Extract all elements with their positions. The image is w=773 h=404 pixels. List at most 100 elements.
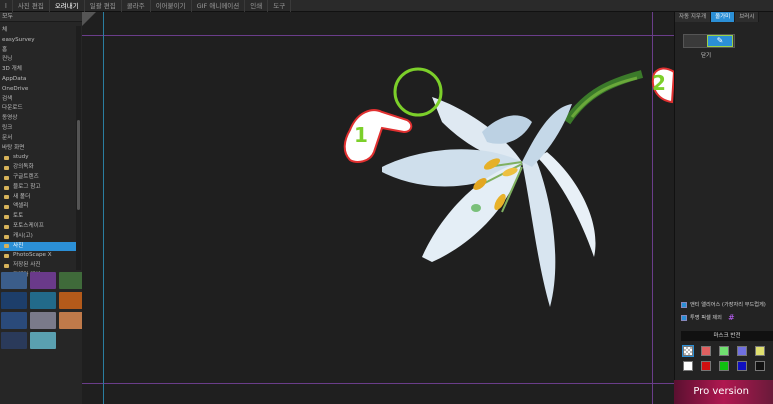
menu-tab[interactable]: 콜라주 [122,0,151,12]
folder-icon [4,166,9,171]
anti-alias-checkbox[interactable] [681,301,687,308]
tree-item[interactable]: 액셀리 [0,202,76,212]
pro-version-banner[interactable]: Pro version [674,380,773,404]
tree-item-label: 새 폴더 [13,193,31,200]
folder-tree-header: 모두 [0,12,82,22]
tree-item[interactable]: PhotoScape X [0,251,76,261]
annotation-1: 1 [354,123,368,147]
tree-item-label: 캐시(고) [13,232,33,239]
tree-item[interactable]: 캐시(고) [0,232,76,242]
tree-item-label: 포토스케이프 [13,222,44,229]
tree-item-label: 링크 [2,124,13,131]
transparent-pixel-option[interactable]: 투명 픽셀 제외 # [681,313,735,322]
scrollbar-thumb[interactable] [77,120,80,210]
tree-item[interactable]: 강의독화 [0,163,76,173]
tree-item[interactable]: 동영상 [0,114,76,124]
color-swatch[interactable] [682,345,694,357]
left-panel: 모두 체 easySurvey 홈 컨닝 3D 개체 AppData OneDrive 검색다… [0,12,85,404]
tree-item[interactable]: 다운로드 [0,104,76,114]
image-thumbnail[interactable] [30,332,56,349]
tree-item-label: 저장된 사진 [13,262,41,269]
tree-item[interactable]: 저장된 사진 [0,261,76,271]
menu-tab[interactable]: l [0,0,13,12]
folder-icon [4,156,9,161]
folder-icon [4,175,9,180]
menu-tab[interactable]: 오려내기 [50,0,85,12]
image-thumbnail[interactable] [1,272,27,289]
tree-item[interactable]: AppData [0,75,76,85]
tree-item[interactable]: 검색 [0,95,76,105]
color-swatch[interactable] [755,361,765,371]
tree-item[interactable]: 사진 [0,241,76,252]
anti-alias-option[interactable]: 앤티 앨리어스 (가장자리 부드럽게) [681,301,766,308]
folder-tree: 체 easySurvey 홈 컨닝 3D 개체 AppData OneDrive 검색다운로드… [0,26,76,281]
tree-item[interactable]: 블로그 참고 [0,183,76,193]
image-thumbnail[interactable] [1,292,27,309]
color-swatch[interactable] [737,361,747,371]
tree-item-label: 토토 [13,213,24,220]
tree-item[interactable]: study [0,153,76,163]
tree-item[interactable]: 바탕 화면 [0,144,76,154]
menu-tab[interactable]: 일괄 편집 [85,0,122,12]
lily-flower [382,97,596,307]
color-swatch[interactable] [701,346,711,356]
tree-item[interactable]: 문서 [0,134,76,144]
menu-tab[interactable]: 인쇄 [245,0,269,12]
lasso-pen-button[interactable]: ✎ [707,35,733,47]
menu-tab[interactable]: GIF 애니메이션 [192,0,246,12]
color-swatch[interactable] [755,346,765,356]
invert-mask-button[interactable]: 마스크 반전 [681,331,773,341]
folder-icon [4,205,9,210]
menu-tab[interactable]: 사진 편집 [13,0,50,12]
tree-item[interactable]: 3D 개체 [0,65,76,75]
color-swatch[interactable] [737,346,747,356]
image-thumbnail[interactable] [1,332,27,349]
pro-version-text: Pro version [693,386,749,397]
color-swatch[interactable] [683,361,693,371]
tool-tab[interactable]: 자동 지우개 [675,12,712,22]
tree-item[interactable]: 새 폴더 [0,193,76,203]
menu-tab[interactable]: 이어붙이기 [151,0,192,12]
image-thumbnail[interactable] [30,312,56,329]
tree-item-label: 검색 [2,95,13,102]
tree-item-label: 3D 개체 [2,66,22,73]
tree-item[interactable]: 홈 [0,46,76,56]
color-swatch[interactable] [719,346,729,356]
tree-item[interactable]: 체 [0,26,76,36]
grid-icon[interactable]: # [728,313,735,322]
tree-item[interactable]: 포토스케이프 [0,222,76,232]
tree-item-label: 구글트렌즈 [13,173,39,180]
tree-item-label: PhotoScape X [13,252,52,259]
canvas[interactable]: 1 2 [82,12,674,404]
tree-item[interactable]: 컨닝 [0,55,76,65]
tree-item[interactable]: easySurvey [0,36,76,46]
color-swatch[interactable] [701,361,711,371]
tree-item-label: AppData [2,75,27,82]
folder-icon [4,264,9,269]
tool-tab[interactable]: 브러시 [735,12,760,22]
tree-item[interactable]: 구글트렌즈 [0,173,76,183]
tree-item-label: 체 [2,27,8,33]
tree-item-label: study [13,154,29,161]
folder-tree-scrollbar[interactable] [76,26,81,270]
tree-item-label: OneDrive [2,85,29,92]
tool-tab[interactable]: 올가미 [711,12,736,22]
tree-item-label: 문서 [2,134,13,141]
annotation-2: 2 [652,71,666,95]
menu-tab[interactable]: 도구 [268,0,292,12]
tree-item-label: 강의독화 [13,164,34,171]
tree-item[interactable]: 토토 [0,212,76,222]
lily-stem [563,70,644,125]
right-panel: 자동 지우개 올가미 브러시 ✎ 닫기 앤티 앨리어스 (가장자리 부드럽게) 투명… [674,12,773,404]
color-swatch[interactable] [719,361,729,371]
folder-icon [4,234,9,239]
tree-item-label: 블로그 참고 [13,183,41,190]
image-thumbnail[interactable] [30,272,56,289]
tree-item[interactable]: OneDrive [0,85,76,95]
tree-item-label: 컨닝 [2,56,13,63]
image-thumbnail[interactable] [30,292,56,309]
image-thumbnail[interactable] [1,312,27,329]
tree-item[interactable]: 링크 [0,124,76,134]
transparent-pixel-checkbox[interactable] [681,314,687,321]
close-link[interactable]: 닫기 [701,51,711,59]
